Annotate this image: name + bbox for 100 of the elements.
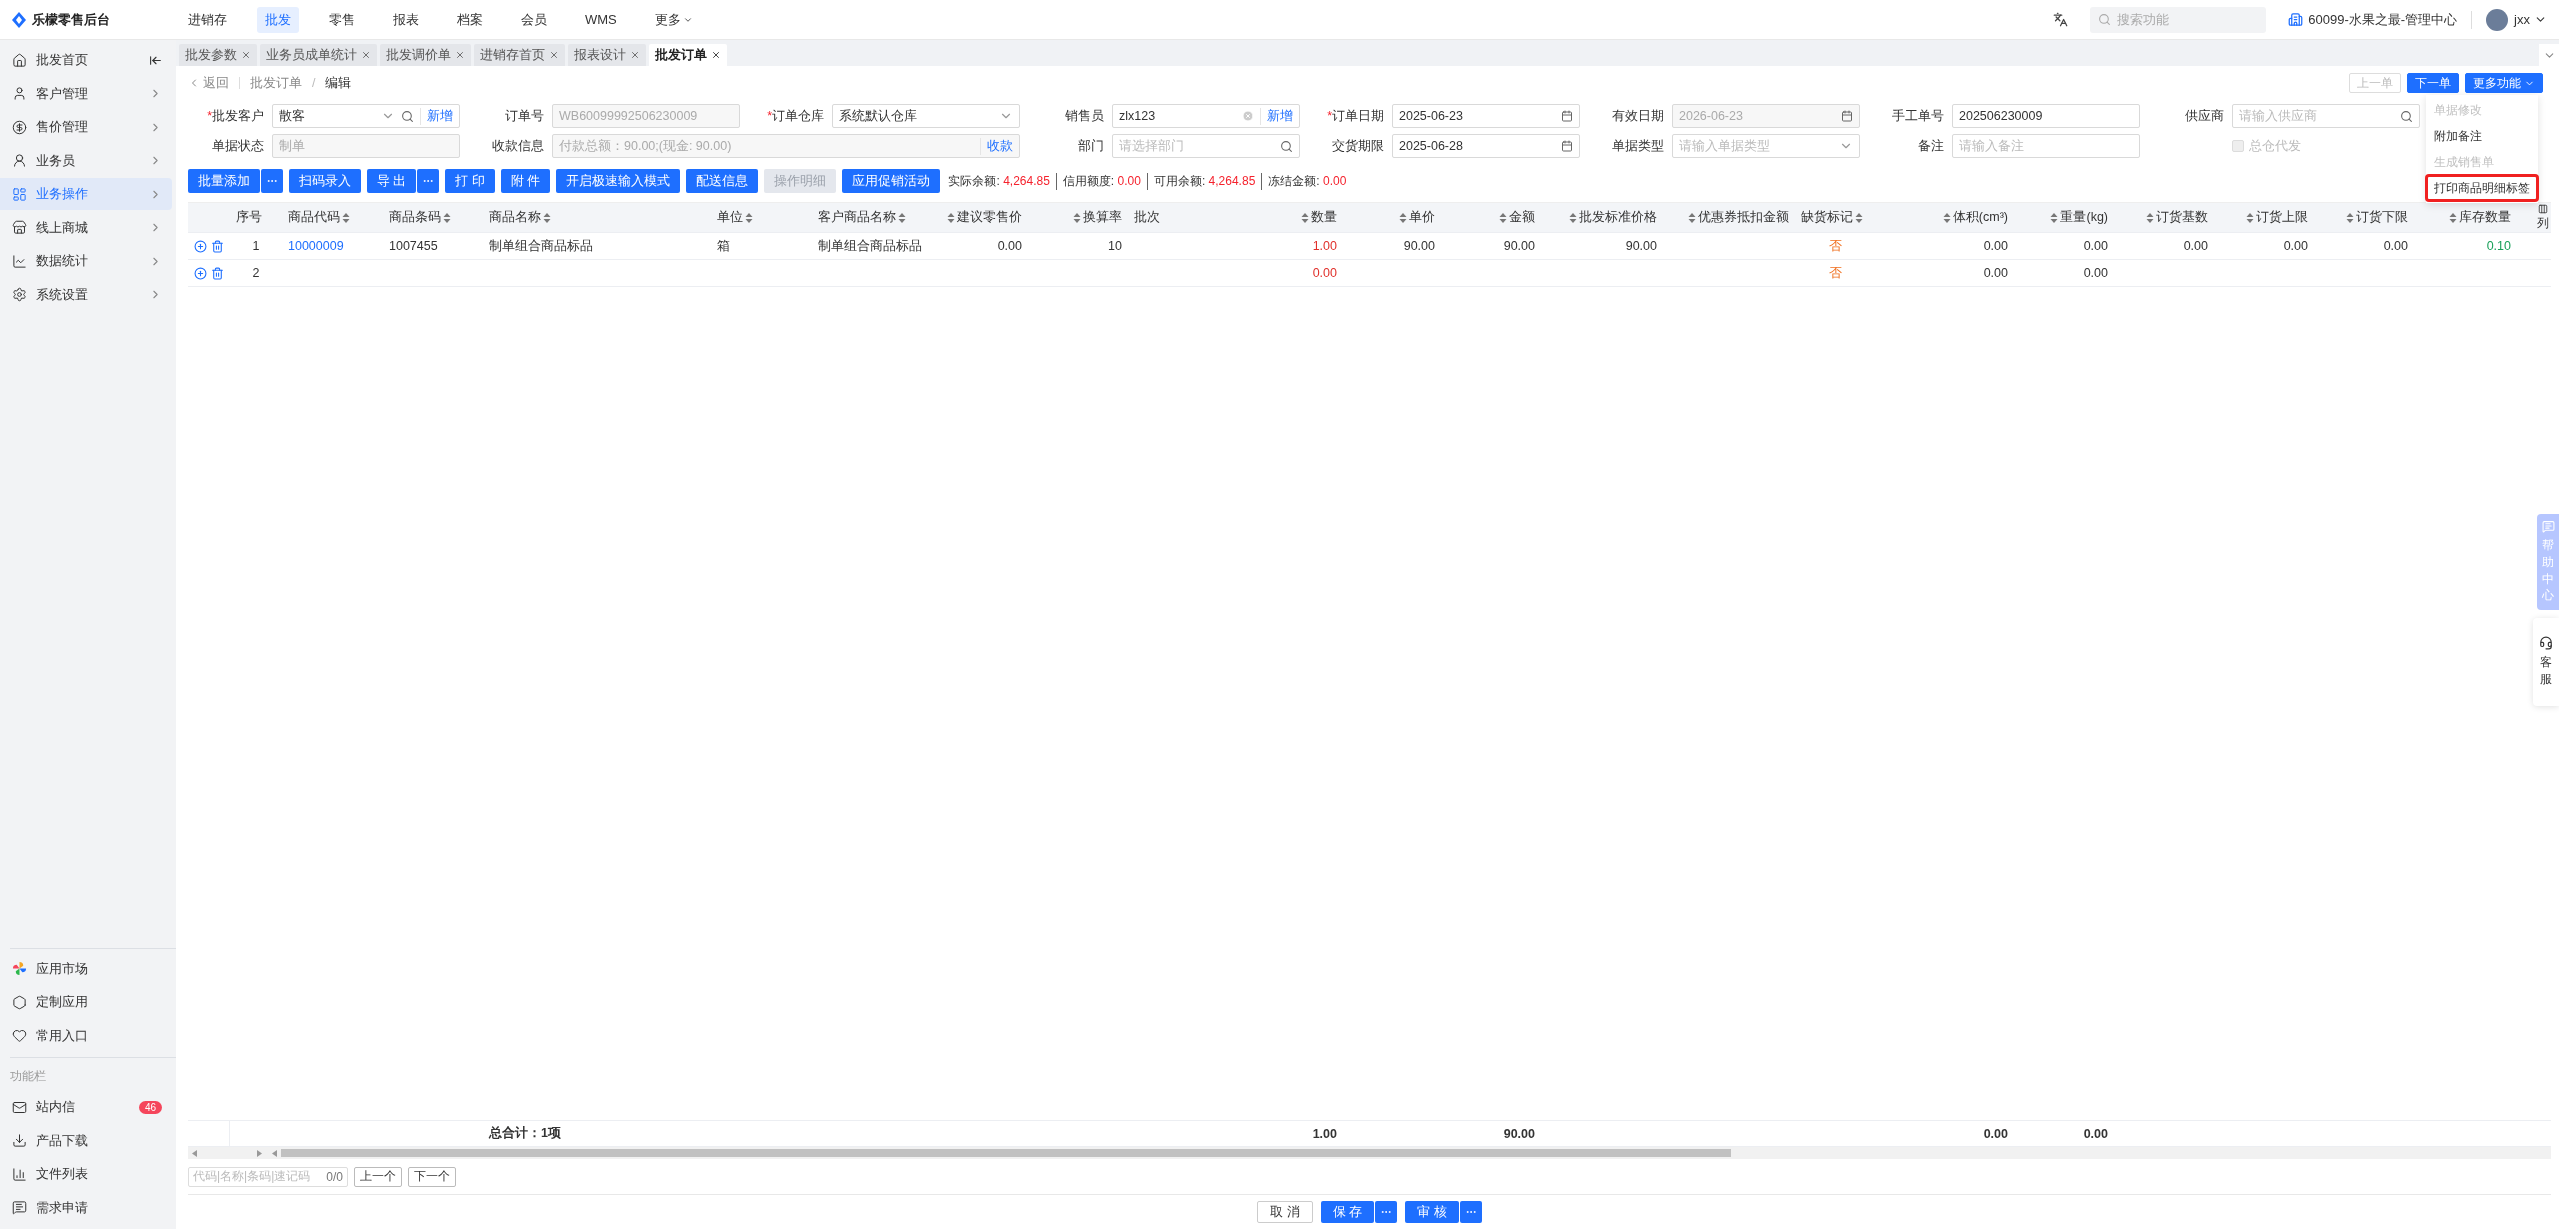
input-field[interactable]: zlx123 新增 (1112, 104, 1300, 128)
user-name[interactable]: jxx (2514, 12, 2530, 27)
header-button[interactable]: 下一单 (2407, 73, 2459, 93)
column-header[interactable]: 商品条码 (383, 203, 483, 232)
column-header[interactable]: 商品代码 (282, 203, 383, 232)
column-header[interactable]: 缺货标记 (1795, 203, 1875, 232)
sidebar-item[interactable]: 业务操作 (0, 178, 172, 210)
footer-button[interactable]: 保 存 (1320, 1201, 1375, 1223)
sidebar-item[interactable]: 定制应用 (0, 986, 172, 1018)
close-icon[interactable] (241, 50, 251, 60)
delete-icon[interactable] (211, 266, 224, 280)
sidebar-item[interactable]: 数据统计 (0, 245, 172, 277)
locate-field[interactable]: 代码|名称|条码|速记码 0/0 (188, 1166, 348, 1187)
sidebar-item[interactable]: 需求申请 (0, 1191, 172, 1224)
column-header[interactable]: 库存数量 (2414, 203, 2517, 232)
input-field[interactable]: 202506230009 (1952, 104, 2140, 128)
header-button[interactable]: 更多功能 (2465, 73, 2543, 93)
tab[interactable]: 批发参数 (179, 44, 257, 66)
avatar[interactable] (2486, 8, 2509, 31)
column-header[interactable]: 订货上限 (2214, 203, 2314, 232)
column-header[interactable]: 序号 (230, 203, 282, 232)
close-icon[interactable] (549, 50, 559, 60)
sort-icon[interactable] (947, 211, 955, 224)
input-field[interactable]: 2025-06-23 (1392, 104, 1580, 128)
column-header[interactable]: 重量(kg) (2014, 203, 2114, 232)
action-link[interactable]: 新增 (420, 107, 453, 125)
sort-icon[interactable] (2346, 211, 2354, 224)
input-field[interactable]: 系统默认仓库 (832, 104, 1020, 128)
sort-icon[interactable] (1569, 211, 1577, 224)
sidebar-item[interactable]: 售价管理 (0, 111, 172, 143)
toolbar-button[interactable]: 批量添加 (188, 169, 260, 193)
input-field[interactable]: 散客 新增 (272, 104, 460, 128)
tab[interactable]: 报表设计 (568, 44, 646, 66)
more-button[interactable] (1459, 1201, 1482, 1223)
column-header[interactable]: 建议零售价 (928, 203, 1028, 232)
sidebar-item[interactable]: 业务员 (0, 144, 172, 177)
sidebar-item[interactable]: 常用入口 (0, 1019, 172, 1052)
close-icon[interactable] (361, 50, 371, 60)
collapse-icon[interactable] (149, 53, 162, 67)
customer-service-tab[interactable]: 客服 (2533, 618, 2559, 706)
nav-item[interactable]: 档案 (449, 6, 491, 33)
sidebar-item[interactable]: 文件列表 (0, 1158, 172, 1190)
nav-item[interactable]: 进销存 (180, 6, 235, 33)
scroll-left-icon[interactable] (192, 1149, 197, 1157)
more-button[interactable] (417, 169, 440, 193)
calendar-icon[interactable] (1561, 140, 1573, 152)
sort-icon[interactable] (2146, 211, 2154, 224)
column-header[interactable]: 数量 (1180, 203, 1343, 232)
scrollbar-thumb[interactable] (281, 1149, 1731, 1157)
close-icon[interactable] (711, 50, 721, 60)
input-field[interactable]: 2025-06-28 (1392, 134, 1580, 158)
column-header[interactable]: 单价 (1343, 203, 1441, 232)
nav-button[interactable]: 上一个 (354, 1166, 402, 1187)
table-cell[interactable]: 10000009 (282, 233, 383, 259)
search-icon[interactable] (401, 109, 414, 123)
scroll-right-icon[interactable] (257, 1149, 262, 1157)
sort-icon[interactable] (1399, 211, 1407, 224)
toolbar-button[interactable]: 打 印 (445, 169, 495, 193)
column-header[interactable]: 订货基数 (2114, 203, 2214, 232)
sort-icon[interactable] (2246, 211, 2254, 224)
close-icon[interactable] (455, 50, 465, 60)
tab[interactable]: 批发订单 (649, 44, 727, 66)
column-header[interactable]: 批次 (1128, 203, 1180, 232)
sort-icon[interactable] (1942, 211, 1951, 224)
sort-icon[interactable] (1301, 211, 1309, 224)
sort-icon[interactable] (2449, 211, 2457, 224)
sort-icon[interactable] (543, 211, 551, 224)
scroll-left-icon[interactable] (272, 1149, 277, 1157)
column-header[interactable]: 批发标准价格 (1541, 203, 1663, 232)
nav-button[interactable]: 下一个 (408, 1166, 456, 1187)
sidebar-item[interactable]: 客户管理 (0, 77, 172, 110)
more-button[interactable] (1375, 1201, 1398, 1223)
sort-icon[interactable] (1499, 211, 1507, 224)
column-header[interactable]: 金额 (1441, 203, 1541, 232)
nav-item[interactable]: WMS (577, 8, 625, 31)
column-header[interactable]: 换算率 (1028, 203, 1128, 232)
sort-icon[interactable] (2050, 211, 2059, 224)
toolbar-button[interactable]: 开启极速输入模式 (556, 169, 681, 193)
close-icon[interactable] (630, 50, 640, 60)
column-header[interactable]: 优惠券抵扣金额 (1663, 203, 1795, 232)
sidebar-item[interactable]: 站内信 46 (0, 1091, 172, 1123)
column-header[interactable]: 单位 (711, 203, 812, 232)
sidebar-item[interactable]: 应用市场 (0, 952, 172, 985)
sort-icon[interactable] (745, 211, 753, 224)
column-header[interactable]: 订货下限 (2314, 203, 2414, 232)
store-switcher[interactable]: 60099-水果之最-管理中心 (2288, 10, 2473, 29)
breadcrumb-item[interactable]: 批发订单 (250, 74, 302, 92)
toolbar-button[interactable]: 导 出 (367, 169, 417, 193)
toolbar-button[interactable]: 扫码录入 (289, 169, 361, 193)
column-header[interactable]: 商品名称 (483, 203, 711, 232)
sidebar-item[interactable]: 线上商城 (0, 211, 172, 244)
column-settings-button[interactable]: 列 (2535, 203, 2551, 232)
more-button[interactable] (261, 169, 283, 193)
nav-item[interactable]: 批发 (257, 6, 299, 33)
footer-button[interactable]: 审 核 (1405, 1201, 1459, 1223)
sort-icon[interactable] (443, 211, 451, 224)
sort-icon[interactable] (1073, 211, 1081, 224)
search-icon[interactable] (1280, 139, 1293, 153)
sort-icon[interactable] (1855, 211, 1863, 224)
sort-icon[interactable] (898, 211, 906, 224)
